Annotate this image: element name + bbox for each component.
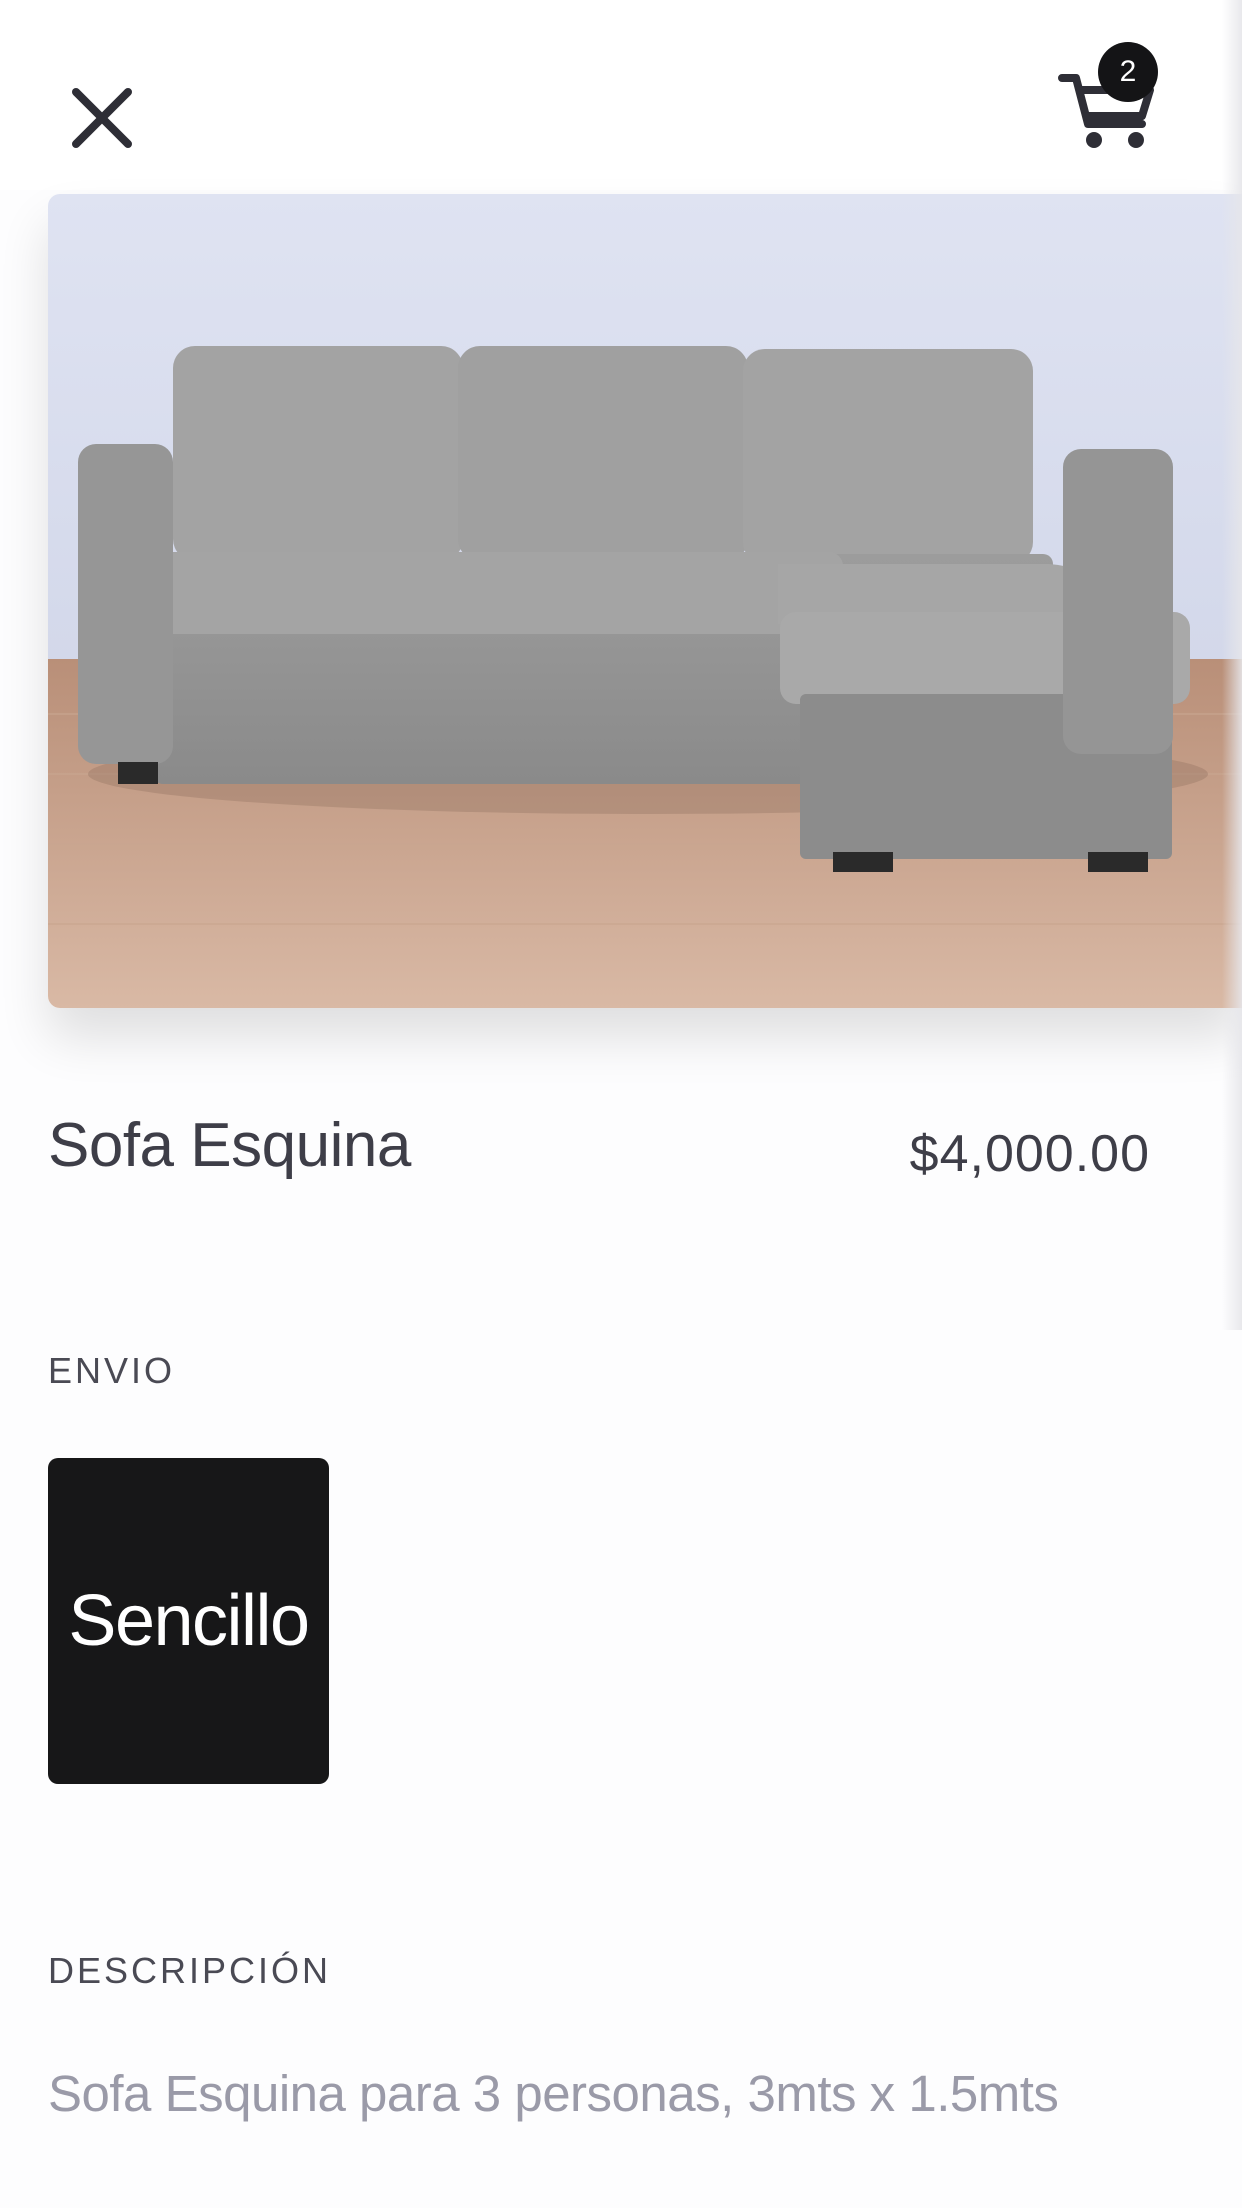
description-label: DESCRIPCIÓN [48, 1950, 332, 1991]
next-item-peek [1222, 0, 1242, 1330]
product-price: $4,000.00 [909, 1125, 1150, 1183]
close-icon [72, 88, 132, 148]
shipping-label: ENVIO [48, 1350, 176, 1391]
product-image[interactable] [48, 194, 1242, 1008]
cart-count-badge: 2 [1098, 42, 1158, 102]
product-detail-screen: 2 Sofa Esquina $4,000.00 ENVIO Sencillo … [0, 0, 1242, 2208]
close-button[interactable] [66, 82, 140, 156]
shipping-option-sencillo[interactable]: Sencillo [48, 1458, 329, 1784]
description-text: Sofa Esquina para 3 personas, 3mts x 1.5… [48, 2065, 1059, 2122]
product-title: Sofa Esquina [48, 1111, 411, 1180]
sofa-image [48, 194, 1242, 1008]
top-bar: 2 [0, 0, 1242, 190]
